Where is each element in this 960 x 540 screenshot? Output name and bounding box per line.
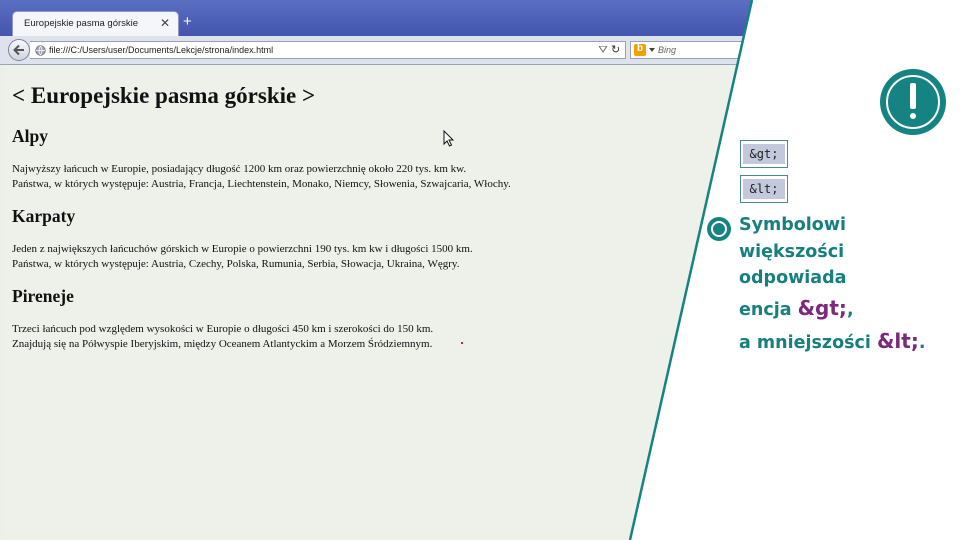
bullet-icon-ring: [711, 221, 727, 237]
note-line-1: Symbolowi: [739, 215, 846, 235]
note-line-2: większości: [739, 242, 845, 262]
note-line-4-suffix: ,: [846, 300, 854, 320]
exclamation-icon: [880, 69, 946, 135]
code-lt-box: &lt;: [740, 175, 788, 203]
entity-gt: &gt;: [797, 296, 847, 320]
code-gt-box: &gt;: [740, 140, 788, 168]
note-line-5-prefix: a mniejszości: [739, 333, 877, 353]
code-lt: &lt;: [743, 179, 785, 199]
note-line-4-prefix: encja: [739, 300, 798, 320]
bullet-icon-dot: [715, 225, 723, 233]
exclamation-icon-bar: [910, 83, 916, 109]
note-line-3: odpowiada: [739, 268, 847, 288]
exclamation-icon-dot: [910, 113, 916, 119]
code-gt: &gt;: [743, 144, 785, 164]
note-line-5: a mniejszości &lt;.: [739, 329, 925, 353]
note-line-5-suffix: .: [918, 333, 926, 353]
entity-lt: &lt;: [876, 329, 919, 353]
note-line-4: encja &gt;,: [739, 296, 854, 320]
bullet-icon: [707, 217, 731, 241]
